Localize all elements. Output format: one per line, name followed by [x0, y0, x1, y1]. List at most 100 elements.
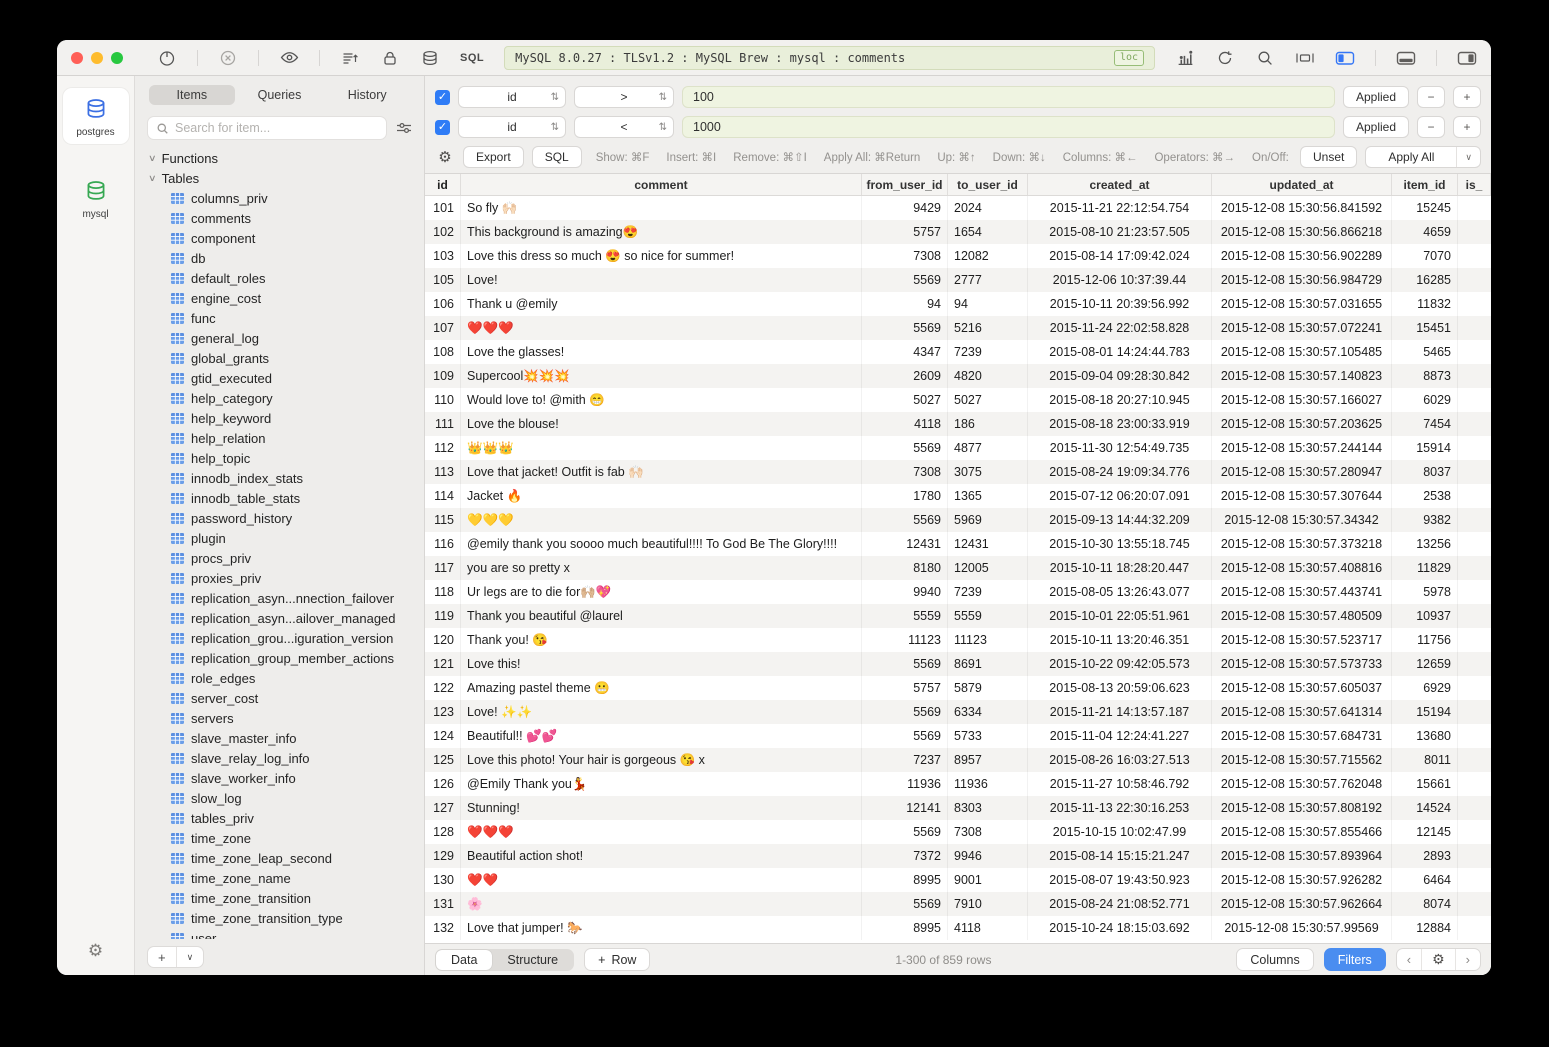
cell-to-user-id[interactable]: 7308: [948, 820, 1028, 844]
cell-from-user-id[interactable]: 9940: [862, 580, 948, 604]
table-list-item[interactable]: component: [135, 228, 424, 248]
cell-to-user-id[interactable]: 9001: [948, 868, 1028, 892]
cell-comment[interactable]: Love! ✨✨: [461, 700, 862, 724]
cell-created-at[interactable]: 2015-10-22 09:42:05.573: [1028, 652, 1212, 676]
cell-from-user-id[interactable]: 11123: [862, 628, 948, 652]
add-item-button[interactable]: +: [148, 947, 176, 967]
cell-from-user-id[interactable]: 5569: [862, 316, 948, 340]
cell-from-user-id[interactable]: 5569: [862, 820, 948, 844]
table-list-item[interactable]: time_zone_transition_type: [135, 908, 424, 928]
cell-updated-at[interactable]: 2015-12-08 15:30:57.307644: [1212, 484, 1392, 508]
cell-created-at[interactable]: 2015-08-24 19:09:34.776: [1028, 460, 1212, 484]
cell-item-id[interactable]: 11832: [1392, 292, 1458, 316]
cell-id[interactable]: 105: [425, 268, 461, 292]
cell-created-at[interactable]: 2015-07-12 06:20:07.091: [1028, 484, 1212, 508]
cell-created-at[interactable]: 2015-11-13 22:30:16.253: [1028, 796, 1212, 820]
cell-from-user-id[interactable]: 12431: [862, 532, 948, 556]
filter-operator-select[interactable]: > ⇅: [574, 86, 674, 108]
cell-created-at[interactable]: 2015-10-11 13:20:46.351: [1028, 628, 1212, 652]
cell-item-id[interactable]: 6029: [1392, 388, 1458, 412]
cell-is[interactable]: [1458, 292, 1491, 316]
filter-column-select[interactable]: id ⇅: [458, 86, 566, 108]
table-list-item[interactable]: time_zone_transition: [135, 888, 424, 908]
cell-id[interactable]: 131: [425, 892, 461, 916]
cell-item-id[interactable]: 9382: [1392, 508, 1458, 532]
cell-to-user-id[interactable]: 2777: [948, 268, 1028, 292]
table-row[interactable]: 109 Supercool💥💥💥 2609 4820 2015-09-04 09…: [425, 364, 1491, 388]
cell-id[interactable]: 110: [425, 388, 461, 412]
table-row[interactable]: 120 Thank you! 😘 11123 11123 2015-10-11 …: [425, 628, 1491, 652]
table-list-item[interactable]: func: [135, 308, 424, 328]
table-list-item[interactable]: time_zone: [135, 828, 424, 848]
table-list-item[interactable]: password_history: [135, 508, 424, 528]
cell-item-id[interactable]: 8037: [1392, 460, 1458, 484]
cell-item-id[interactable]: 7070: [1392, 244, 1458, 268]
cell-comment[interactable]: Love this photo! Your hair is gorgeous 😘…: [461, 748, 862, 772]
cell-from-user-id[interactable]: 5569: [862, 700, 948, 724]
cell-comment[interactable]: Love this dress so much 😍 so nice for su…: [461, 244, 862, 268]
cell-from-user-id[interactable]: 5757: [862, 676, 948, 700]
columns-button[interactable]: Columns: [1236, 948, 1313, 971]
cell-item-id[interactable]: 11829: [1392, 556, 1458, 580]
cell-comment[interactable]: Love that jacket! Outfit is fab 🙌🏻: [461, 460, 862, 484]
cell-updated-at[interactable]: 2015-12-08 15:30:57.031655: [1212, 292, 1392, 316]
cell-is[interactable]: [1458, 916, 1491, 940]
cell-id[interactable]: 124: [425, 724, 461, 748]
table-list-item[interactable]: time_zone_leap_second: [135, 848, 424, 868]
cell-created-at[interactable]: 2015-11-30 12:54:49.735: [1028, 436, 1212, 460]
cell-to-user-id[interactable]: 5733: [948, 724, 1028, 748]
cell-item-id[interactable]: 4659: [1392, 220, 1458, 244]
cell-is[interactable]: [1458, 724, 1491, 748]
cell-item-id[interactable]: 15194: [1392, 700, 1458, 724]
cell-from-user-id[interactable]: 5757: [862, 220, 948, 244]
cell-comment[interactable]: ❤️❤️❤️: [461, 820, 862, 844]
data-tab[interactable]: Data: [436, 950, 492, 970]
filter-column-select[interactable]: id ⇅: [458, 116, 566, 138]
cell-item-id[interactable]: 12659: [1392, 652, 1458, 676]
filter-applied-button[interactable]: Applied: [1343, 116, 1409, 138]
cell-id[interactable]: 115: [425, 508, 461, 532]
cell-updated-at[interactable]: 2015-12-08 15:30:57.105485: [1212, 340, 1392, 364]
table-row[interactable]: 118 Ur legs are to die for🙌🏼💖 9940 7239 …: [425, 580, 1491, 604]
cell-updated-at[interactable]: 2015-12-08 15:30:57.573733: [1212, 652, 1392, 676]
cell-id[interactable]: 127: [425, 796, 461, 820]
table-row[interactable]: 127 Stunning! 12141 8303 2015-11-13 22:3…: [425, 796, 1491, 820]
table-list-item[interactable]: innodb_index_stats: [135, 468, 424, 488]
cell-created-at[interactable]: 2015-08-07 19:43:50.923: [1028, 868, 1212, 892]
table-row[interactable]: 129 Beautiful action shot! 7372 9946 201…: [425, 844, 1491, 868]
cell-created-at[interactable]: 2015-08-18 20:27:10.945: [1028, 388, 1212, 412]
cell-from-user-id[interactable]: 11936: [862, 772, 948, 796]
cell-created-at[interactable]: 2015-09-04 09:28:30.842: [1028, 364, 1212, 388]
cell-created-at[interactable]: 2015-08-13 20:59:06.623: [1028, 676, 1212, 700]
cell-to-user-id[interactable]: 3075: [948, 460, 1028, 484]
cell-updated-at[interactable]: 2015-12-08 15:30:57.34342: [1212, 508, 1392, 532]
cell-is[interactable]: [1458, 580, 1491, 604]
cell-is[interactable]: [1458, 532, 1491, 556]
add-item-dropdown[interactable]: ∨: [176, 947, 204, 967]
table-row[interactable]: 111 Love the blouse! 4118 186 2015-08-18…: [425, 412, 1491, 436]
cell-updated-at[interactable]: 2015-12-08 15:30:57.408816: [1212, 556, 1392, 580]
cell-is[interactable]: [1458, 364, 1491, 388]
cell-created-at[interactable]: 2015-11-04 12:24:41.227: [1028, 724, 1212, 748]
cell-item-id[interactable]: 14524: [1392, 796, 1458, 820]
export-button[interactable]: Export: [463, 146, 524, 168]
cell-created-at[interactable]: 2015-11-21 22:12:54.754: [1028, 196, 1212, 220]
cell-from-user-id[interactable]: 4118: [862, 412, 948, 436]
table-row[interactable]: 117 you are so pretty x 8180 12005 2015-…: [425, 556, 1491, 580]
panel-left-icon[interactable]: [1335, 48, 1355, 68]
cell-is[interactable]: [1458, 268, 1491, 292]
cell-id[interactable]: 130: [425, 868, 461, 892]
cell-id[interactable]: 102: [425, 220, 461, 244]
cell-from-user-id[interactable]: 5559: [862, 604, 948, 628]
table-row[interactable]: 122 Amazing pastel theme 😬 5757 5879 201…: [425, 676, 1491, 700]
cell-id[interactable]: 113: [425, 460, 461, 484]
cell-id[interactable]: 125: [425, 748, 461, 772]
cell-id[interactable]: 118: [425, 580, 461, 604]
cell-created-at[interactable]: 2015-09-13 14:44:32.209: [1028, 508, 1212, 532]
cell-created-at[interactable]: 2015-10-30 13:55:18.745: [1028, 532, 1212, 556]
filter-enabled-checkbox[interactable]: ✓: [435, 120, 450, 135]
cell-is[interactable]: [1458, 316, 1491, 340]
cell-id[interactable]: 108: [425, 340, 461, 364]
filter-sliders-icon[interactable]: [396, 121, 412, 135]
cell-comment[interactable]: Supercool💥💥💥: [461, 364, 862, 388]
